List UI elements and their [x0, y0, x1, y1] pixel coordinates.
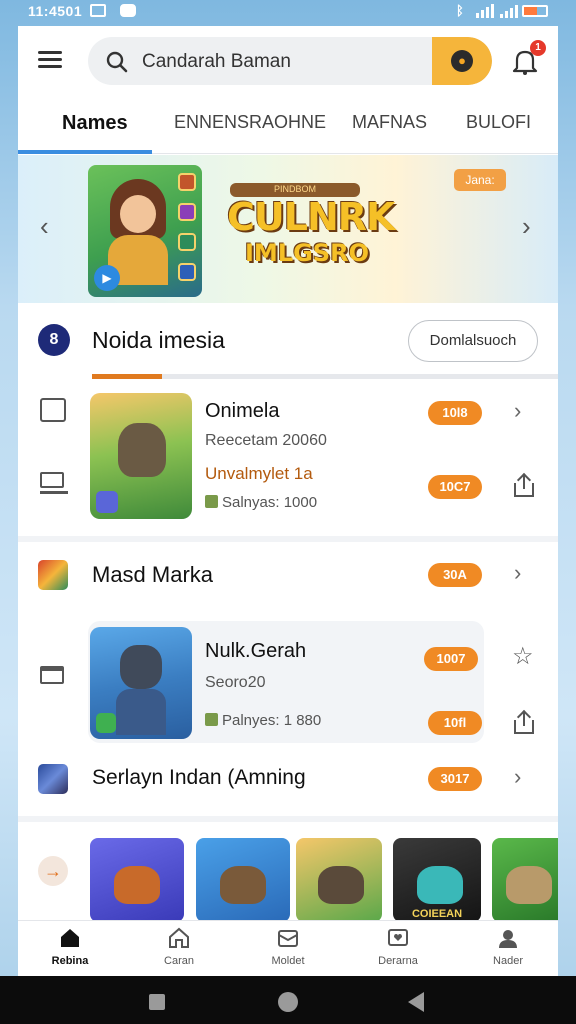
house-outline-icon	[169, 927, 189, 948]
banner-game-logo: CULNRK IMLGSRO	[223, 195, 395, 275]
mic-icon: ●	[451, 50, 473, 72]
status-time: 11:4501	[28, 3, 83, 19]
section-divider	[18, 536, 558, 542]
row-title[interactable]: Serlayn Indan (Amning	[92, 766, 306, 790]
back-icon[interactable]	[408, 992, 424, 1012]
wifi-signal-icon	[500, 4, 518, 18]
section-progress-track	[92, 374, 558, 379]
featured-banner[interactable]: ‹ ▶ PINDBOM CULNRK IMLGSRO Jana: ›	[18, 155, 558, 303]
game-count-badge: 10fl	[428, 711, 482, 735]
banner-hero-image: ▶	[88, 165, 202, 297]
game-players: Palnyes: 1 880	[205, 712, 321, 729]
tab-bulofi[interactable]: BULOFI	[466, 112, 531, 133]
nav-item-rebina[interactable]: Rebina	[30, 927, 110, 967]
share-icon[interactable]	[514, 709, 534, 734]
row-badge: 30A	[428, 563, 482, 587]
mail-icon	[278, 930, 298, 947]
nav-item-derarna[interactable]: Derarna	[358, 927, 438, 967]
screen-record-icon	[90, 4, 106, 17]
section-progress-fill	[92, 374, 162, 379]
row-thumbnail-masd-marka[interactable]	[38, 560, 68, 590]
chevron-right-icon[interactable]: ›	[514, 764, 521, 790]
players-icon	[205, 713, 218, 726]
app-window: Candarah Baman ● 1 Names ENNENSRAOHNE MA…	[18, 26, 558, 976]
game-developer[interactable]: Unvalmylet 1a	[205, 464, 313, 484]
top-bar: Candarah Baman ● 1	[18, 26, 558, 96]
carousel-tile[interactable]: COIEEAN	[393, 838, 481, 922]
share-icon[interactable]	[514, 472, 534, 497]
section-divider	[18, 816, 558, 822]
chevron-right-icon[interactable]: ›	[514, 398, 521, 424]
message-heart-icon	[388, 929, 408, 946]
row-badge: 3017	[428, 767, 482, 791]
nav-item-moldet[interactable]: Moldet	[248, 927, 328, 967]
row-thumbnail-serlayn[interactable]	[38, 764, 68, 794]
game-rating-badge: 1007	[424, 647, 478, 671]
home-button-icon[interactable]	[278, 992, 298, 1012]
battery-icon	[522, 5, 548, 17]
search-submit-button[interactable]: ●	[432, 37, 492, 85]
play-icon: ▶	[94, 265, 120, 291]
game-players: Salnyas: 1000	[205, 494, 317, 511]
active-tab-indicator	[18, 150, 152, 154]
image-frame-icon[interactable]	[40, 398, 68, 424]
banner-next-arrow[interactable]: ›	[522, 211, 531, 242]
bluetooth-icon: ᛒ	[456, 3, 464, 18]
game-rating-badge: 10l8	[428, 401, 482, 425]
chevron-right-icon[interactable]: ›	[514, 560, 521, 586]
star-icon[interactable]: ☆	[512, 642, 534, 671]
bottom-navigation: Rebina Caran Moldet Derarna Nader	[18, 920, 558, 976]
section-title: Noida imesia	[92, 327, 225, 353]
download-button[interactable]: Domlalsuoch	[408, 320, 538, 362]
carousel-tile[interactable]	[90, 838, 184, 922]
players-icon	[205, 495, 218, 508]
game-subtitle: Seoro20	[205, 674, 266, 691]
carousel-tile[interactable]	[492, 838, 558, 922]
banner-logo-line2: IMLGSRO	[245, 239, 369, 267]
notification-app-icon	[120, 4, 136, 17]
search-input[interactable]: Candarah Baman	[142, 51, 291, 73]
game-thumbnail-onimela[interactable]	[90, 393, 192, 519]
search-icon	[106, 51, 128, 73]
tab-ennensraohne[interactable]: ENNENSRAOHNE	[174, 112, 326, 133]
tab-bar: Names ENNENSRAOHNE MAFNAS BULOFI	[18, 104, 558, 154]
game-title[interactable]: Onimela	[205, 400, 279, 423]
nav-item-caran[interactable]: Caran	[139, 927, 219, 967]
carousel-tile[interactable]	[196, 838, 290, 922]
row-title[interactable]: Masd Marka	[92, 562, 213, 588]
tab-names[interactable]: Names	[62, 112, 128, 135]
monitor-icon[interactable]	[40, 472, 68, 498]
tablet-icon[interactable]	[40, 666, 68, 692]
search-bar[interactable]: Candarah Baman ●	[88, 37, 492, 85]
game-subtitle: Reecetam 20060	[205, 432, 327, 449]
hamburger-menu-icon[interactable]	[38, 51, 62, 69]
banner-prev-arrow[interactable]: ‹	[40, 211, 49, 242]
nav-item-nader[interactable]: Nader	[468, 927, 548, 967]
signal-icon	[476, 4, 494, 18]
banner-tag: Jana:	[454, 169, 506, 191]
notification-badge: 1	[530, 40, 546, 56]
game-title[interactable]: Nulk.Gerah	[205, 640, 306, 663]
status-bar: 11:4501 ᛒ	[0, 0, 576, 24]
system-navigation-bar	[0, 976, 576, 1024]
game-thumbnail-nulk-gerah[interactable]	[90, 627, 192, 739]
game-count-badge: 10C7	[428, 475, 482, 499]
home-icon	[61, 929, 79, 947]
tab-mafnas[interactable]: MAFNAS	[352, 112, 427, 133]
recents-icon[interactable]	[149, 994, 165, 1010]
profile-icon	[499, 930, 517, 948]
banner-logo-line1: CULNRK	[227, 195, 395, 239]
section-logo-icon: 8	[38, 324, 70, 356]
carousel-tile[interactable]	[296, 838, 382, 922]
arrow-right-icon[interactable]: →	[38, 856, 68, 886]
